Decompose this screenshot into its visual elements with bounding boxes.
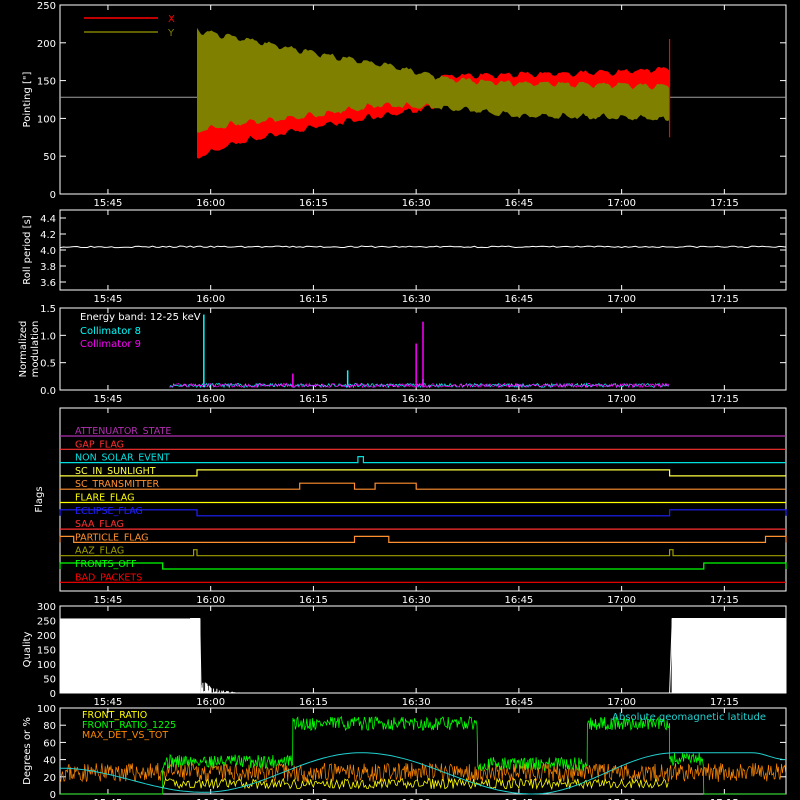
y-axis-label: Degrees or % <box>22 717 33 785</box>
x-tick-label: 16:15 <box>299 697 328 708</box>
x-tick-label: 17:00 <box>607 198 636 209</box>
flag-label-particle-flag: PARTICLE_FLAG <box>75 532 148 543</box>
flag-label-saa-flag: SAA_FLAG <box>75 519 124 530</box>
x-tick-label: 15:45 <box>94 697 123 708</box>
flag-label-sc-transmitter: SC_TRANSMITTER <box>75 479 160 490</box>
y-axis-label: Pointing ["] <box>22 71 33 127</box>
x-tick-label: 16:45 <box>504 697 533 708</box>
y-tick-label: 80 <box>43 721 56 732</box>
x-tick-label: 17:00 <box>607 294 636 305</box>
legend-label-collimator-8: Collimator 8 <box>80 326 141 337</box>
y-tick-label: 100 <box>37 704 56 715</box>
x-tick-label: 15:45 <box>94 294 123 305</box>
x-tick-label: 16:15 <box>299 595 328 606</box>
x-tick-label: 16:30 <box>402 697 431 708</box>
y-axis-label: Roll period [s] <box>22 215 33 284</box>
x-tick-label: 16:30 <box>402 394 431 405</box>
x-tick-label: 16:45 <box>504 595 533 606</box>
y-tick-label: 150 <box>37 77 56 88</box>
y-axis-label: modulation <box>30 321 41 378</box>
y-tick-label: 200 <box>37 39 56 50</box>
quality-high-block-start <box>60 618 201 693</box>
y-axis-label: Normalized <box>18 321 29 378</box>
y-tick-label: 4.2 <box>40 230 56 241</box>
y-tick-label: 20 <box>43 773 56 784</box>
x-tick-label: 15:45 <box>94 394 123 405</box>
flag-label-fronts-off: FRONTS_OFF <box>75 559 137 570</box>
summary-figure: 15:45 16:00 16:15 16:30 16:45 17:00 17:15 0 50 10… <box>0 0 800 800</box>
y-tick-label: 4.0 <box>40 246 56 257</box>
y-tick-label: 250 <box>37 1 56 12</box>
y-tick-label: 100 <box>37 114 56 125</box>
y-tick-label: 0 <box>50 190 56 201</box>
x-tick-label: 16:15 <box>299 294 328 305</box>
y-tick-label: 50 <box>43 675 56 686</box>
x-tick-label: 15:45 <box>94 198 123 209</box>
energy-band-annotation: Energy band: 12-25 keV <box>80 312 201 323</box>
legend-label-y: Y <box>167 28 175 39</box>
flag-label-flare-flag: FLARE_FLAG <box>75 493 135 504</box>
y-tick-label: 1.5 <box>40 304 56 315</box>
y-tick-label: 100 <box>37 660 56 671</box>
x-tick-label: 16:45 <box>504 394 533 405</box>
legend-label-x: X <box>168 14 175 25</box>
quality-high-block-end <box>671 618 786 693</box>
x-tick-label: 16:00 <box>196 394 225 405</box>
flag-label-non-solar-event: NON_SOLAR_EVENT <box>75 453 170 464</box>
x-tick-label: 15:45 <box>94 595 123 606</box>
y-tick-label: 0 <box>50 689 56 700</box>
y-tick-label: 250 <box>37 617 56 628</box>
y-tick-label: 0.5 <box>40 359 56 370</box>
x-tick-label: 17:15 <box>710 294 739 305</box>
x-tick-label: 16:15 <box>299 394 328 405</box>
flag-label-attenuator-state: ATTENUATOR_STATE <box>75 426 171 437</box>
y-tick-label: 0.0 <box>40 386 56 397</box>
y-axis-label: Quality <box>22 632 33 668</box>
y-tick-label: 300 <box>37 602 56 613</box>
x-tick-label: 17:15 <box>710 198 739 209</box>
legend-label-collimator-9: Collimator 9 <box>80 339 141 350</box>
x-tick-label: 16:45 <box>504 294 533 305</box>
x-tick-label: 17:15 <box>710 595 739 606</box>
flag-label-eclipse-flag: ECLIPSE_FLAG <box>75 506 143 517</box>
x-tick-label: 16:00 <box>196 595 225 606</box>
x-tick-label: 16:00 <box>196 697 225 708</box>
x-tick-label: 16:30 <box>402 294 431 305</box>
x-tick-label: 16:00 <box>196 294 225 305</box>
y-tick-label: 40 <box>43 756 56 767</box>
y-tick-label: 150 <box>37 646 56 657</box>
x-tick-label: 16:15 <box>299 198 328 209</box>
x-tick-label: 17:00 <box>607 697 636 708</box>
x-tick-label: 17:15 <box>710 394 739 405</box>
y-tick-label: 3.6 <box>40 278 56 289</box>
legend-label-max-det-vs-tot: MAX_DET_VS_TOT <box>82 730 168 741</box>
x-tick-label: 16:30 <box>402 595 431 606</box>
y-tick-label: 50 <box>43 152 56 163</box>
legend-label-geomagnetic-latitude: Absolute geomagnetic latitude <box>612 712 766 723</box>
flag-label-bad-packets: BAD_PACKETS <box>75 572 142 583</box>
flag-label-aaz-flag: AAZ_FLAG <box>75 546 124 557</box>
y-tick-label: 200 <box>37 631 56 642</box>
y-tick-label: 3.8 <box>40 262 56 273</box>
x-tick-label: 16:45 <box>504 198 533 209</box>
x-tick-label: 16:00 <box>196 198 225 209</box>
y-tick-label: 4.4 <box>40 214 56 225</box>
y-axis-label: Flags <box>34 486 45 512</box>
y-tick-label: 1.0 <box>40 331 56 342</box>
y-tick-label: 0 <box>50 790 56 800</box>
x-tick-label: 17:15 <box>710 697 739 708</box>
y-tick-label: 60 <box>43 738 56 749</box>
x-tick-label: 16:30 <box>402 198 431 209</box>
flag-label-gap-flag: GAP_FLAG <box>75 439 124 450</box>
flag-label-sc-in-sunlight: SC_IN_SUNLIGHT <box>75 466 156 477</box>
x-tick-label: 17:00 <box>607 595 636 606</box>
x-tick-label: 17:00 <box>607 394 636 405</box>
